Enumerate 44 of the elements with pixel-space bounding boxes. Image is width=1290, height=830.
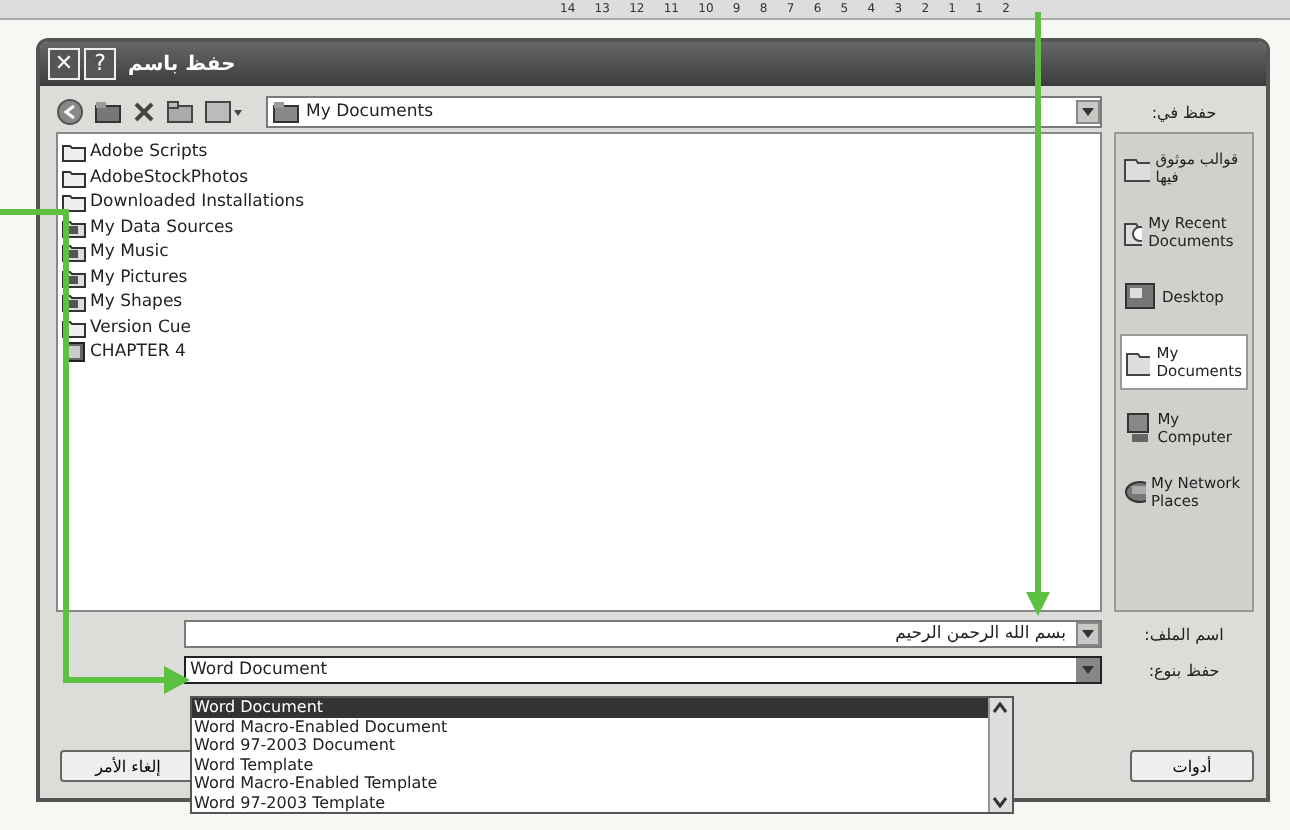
folder-icon xyxy=(272,100,300,124)
file-item[interactable]: Version Cue xyxy=(62,315,1096,340)
save-in-label: حفظ في: xyxy=(1149,103,1219,121)
scroll-down-icon[interactable] xyxy=(990,792,1010,812)
window-title: حفظ باسم xyxy=(128,53,236,75)
clock-folder-icon xyxy=(1124,218,1143,246)
up-folder-icon[interactable] xyxy=(94,100,122,124)
file-type-option[interactable]: Word 97-2003 Document xyxy=(192,736,988,755)
desktop-icon xyxy=(1124,282,1156,310)
file-item[interactable]: My Pictures xyxy=(62,265,1096,290)
file-type-option[interactable]: Word Template xyxy=(192,755,988,774)
tools-button[interactable]: أدوات xyxy=(1130,750,1254,782)
folder-icon xyxy=(62,142,86,163)
network-icon xyxy=(1124,478,1145,506)
file-name-field[interactable]: بسم الله الرحمن الرحيم xyxy=(184,620,1102,648)
file-item[interactable]: Adobe Scripts xyxy=(62,140,1096,165)
file-item[interactable]: My Music xyxy=(62,240,1096,265)
back-icon[interactable] xyxy=(56,98,84,126)
file-item[interactable]: AdobeStockPhotos xyxy=(62,165,1096,190)
file-item[interactable]: My Data Sources xyxy=(62,215,1096,240)
file-item[interactable]: CHAPTER 4 xyxy=(62,340,1096,365)
file-type-option[interactable]: Word Macro-Enabled Document xyxy=(192,717,988,736)
location-dropdown[interactable]: My Documents xyxy=(266,96,1102,128)
file-item[interactable]: Downloaded Installations xyxy=(62,190,1096,215)
file-item[interactable]: My Shapes xyxy=(62,290,1096,315)
folder-icon xyxy=(1126,349,1151,375)
views-icon[interactable] xyxy=(204,100,244,124)
file-type-option[interactable]: Word Macro-Enabled Template xyxy=(192,774,988,793)
file-type-label: حفظ بنوع: xyxy=(1146,661,1222,679)
computer-icon xyxy=(1124,412,1152,444)
scroll-up-icon[interactable] xyxy=(990,698,1010,718)
cancel-button[interactable]: إلغاء الأمر xyxy=(60,750,196,782)
close-button[interactable]: ✕ xyxy=(48,48,80,80)
folder-icon xyxy=(1124,155,1150,181)
file-name-label: اسم الملف: xyxy=(1142,625,1226,643)
folder-icon xyxy=(62,192,86,213)
folder-icon xyxy=(62,167,86,188)
file-type-option[interactable]: Word 97-2003 Template xyxy=(192,793,988,812)
scrollbar[interactable] xyxy=(988,698,1012,812)
help-button[interactable]: ? xyxy=(84,48,116,80)
file-type-option[interactable]: Word Document xyxy=(192,698,988,717)
new-folder-icon[interactable] xyxy=(166,100,194,124)
delete-icon[interactable] xyxy=(132,100,156,124)
file-type-dropdown[interactable]: Word Document xyxy=(184,656,1102,684)
